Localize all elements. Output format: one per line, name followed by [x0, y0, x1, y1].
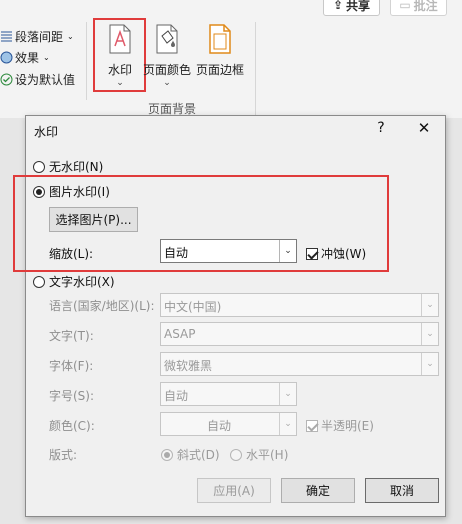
language-label: 语言(国家/地区)(L): — [49, 299, 155, 313]
chevron-down-icon[interactable]: ⌄ — [279, 383, 296, 405]
color-combobox[interactable]: 自动 ⌄ — [160, 412, 297, 436]
radio-circle-selected — [161, 448, 173, 461]
ok-button[interactable]: 确定 — [281, 478, 355, 503]
text-combobox[interactable]: ASAP ⌄ — [160, 322, 439, 346]
semitransparent-label: 半透明(E) — [321, 419, 374, 433]
font-combobox[interactable]: 微软雅黑 ⌄ — [160, 352, 439, 376]
page-color-icon — [154, 24, 180, 57]
chevron-down-icon[interactable]: ⌄ — [421, 323, 438, 345]
set-default-label: 设为默认值 — [15, 72, 76, 87]
apply-label: 应用(A) — [213, 484, 255, 498]
divider — [255, 22, 256, 116]
diagonal-radio[interactable]: 斜式(D) — [161, 446, 220, 463]
close-icon[interactable]: ✕ — [416, 119, 432, 137]
font-value: 微软雅黑 — [164, 359, 213, 373]
diagonal-label: 斜式(D) — [177, 448, 220, 462]
horizontal-label: 水平(H) — [246, 448, 289, 462]
ribbon: ⇪ 共享 ▭ 批注 段落间距 ⌄ 效果 ⌄ 设为默认值 水印 ⌄ 页面颜色 ⌄ … — [0, 0, 462, 118]
size-value: 自动 — [164, 389, 189, 403]
page-border-label: 页面边框 — [195, 63, 244, 77]
text-watermark-label: 文字水印(X) — [49, 275, 115, 289]
radio-circle — [33, 275, 45, 288]
layout-label: 版式: — [49, 448, 78, 462]
horizontal-radio[interactable]: 水平(H) — [230, 446, 288, 463]
help-icon[interactable]: ? — [374, 120, 388, 136]
size-combobox[interactable]: 自动 ⌄ — [160, 382, 297, 406]
text-label: 文字(T): — [49, 329, 94, 343]
color-value: 自动 — [207, 419, 232, 433]
page-border-button[interactable]: 页面边框 — [195, 24, 245, 78]
language-value: 中文(中国) — [164, 300, 222, 314]
check-circle-icon — [0, 73, 13, 86]
comment-label: 批注 — [413, 0, 438, 13]
picture-watermark-highlight — [13, 175, 389, 272]
radio-circle — [230, 448, 242, 461]
page-color-label: 页面颜色 — [143, 63, 192, 77]
chevron-down-icon[interactable]: ⌄ — [421, 353, 438, 375]
checkbox-box — [306, 419, 318, 432]
share-label: 共享 — [346, 0, 371, 13]
page-color-button[interactable]: 页面颜色 ⌄ — [143, 24, 191, 88]
divider — [86, 22, 87, 100]
page-border-icon — [208, 24, 232, 57]
chevron-down-icon[interactable]: ⌄ — [279, 413, 296, 435]
effects-icon — [0, 51, 13, 64]
share-button[interactable]: ⇪ 共享 — [323, 0, 380, 16]
font-label: 字体(F): — [49, 359, 94, 373]
semitransparent-checkbox[interactable]: 半透明(E) — [306, 417, 374, 434]
radio-circle — [33, 160, 45, 173]
comment-icon: ▭ — [399, 0, 411, 12]
chevron-down-icon[interactable]: ⌄ — [421, 294, 438, 316]
comment-button[interactable]: ▭ 批注 — [390, 0, 447, 16]
language-combobox[interactable]: 中文(中国) ⌄ — [160, 293, 439, 317]
effects-button[interactable]: 效果 ⌄ — [0, 48, 50, 66]
effects-label: 效果 — [15, 50, 40, 65]
no-watermark-radio[interactable]: 无水印(N) — [33, 158, 103, 175]
paragraph-spacing-icon — [0, 30, 13, 43]
paragraph-spacing-button[interactable]: 段落间距 ⌄ — [0, 27, 74, 45]
share-icon: ⇪ — [332, 0, 344, 12]
chevron-down-icon: ⌄ — [163, 78, 171, 88]
dialog-title: 水印 — [34, 125, 59, 139]
apply-button[interactable]: 应用(A) — [197, 478, 271, 503]
size-label: 字号(S): — [49, 389, 95, 403]
color-label: 颜色(C): — [49, 419, 95, 433]
paragraph-spacing-label: 段落间距 — [15, 29, 64, 44]
text-watermark-radio[interactable]: 文字水印(X) — [33, 273, 115, 290]
set-default-button[interactable]: 设为默认值 — [0, 70, 75, 88]
chevron-down-icon: ⌄ — [67, 31, 74, 41]
cancel-button[interactable]: 取消 — [365, 478, 439, 503]
text-value: ASAP — [164, 327, 196, 341]
ok-label: 确定 — [305, 484, 330, 498]
cancel-label: 取消 — [389, 484, 414, 498]
chevron-down-icon: ⌄ — [43, 52, 50, 62]
watermark-highlight — [93, 18, 146, 92]
no-watermark-label: 无水印(N) — [49, 160, 104, 174]
